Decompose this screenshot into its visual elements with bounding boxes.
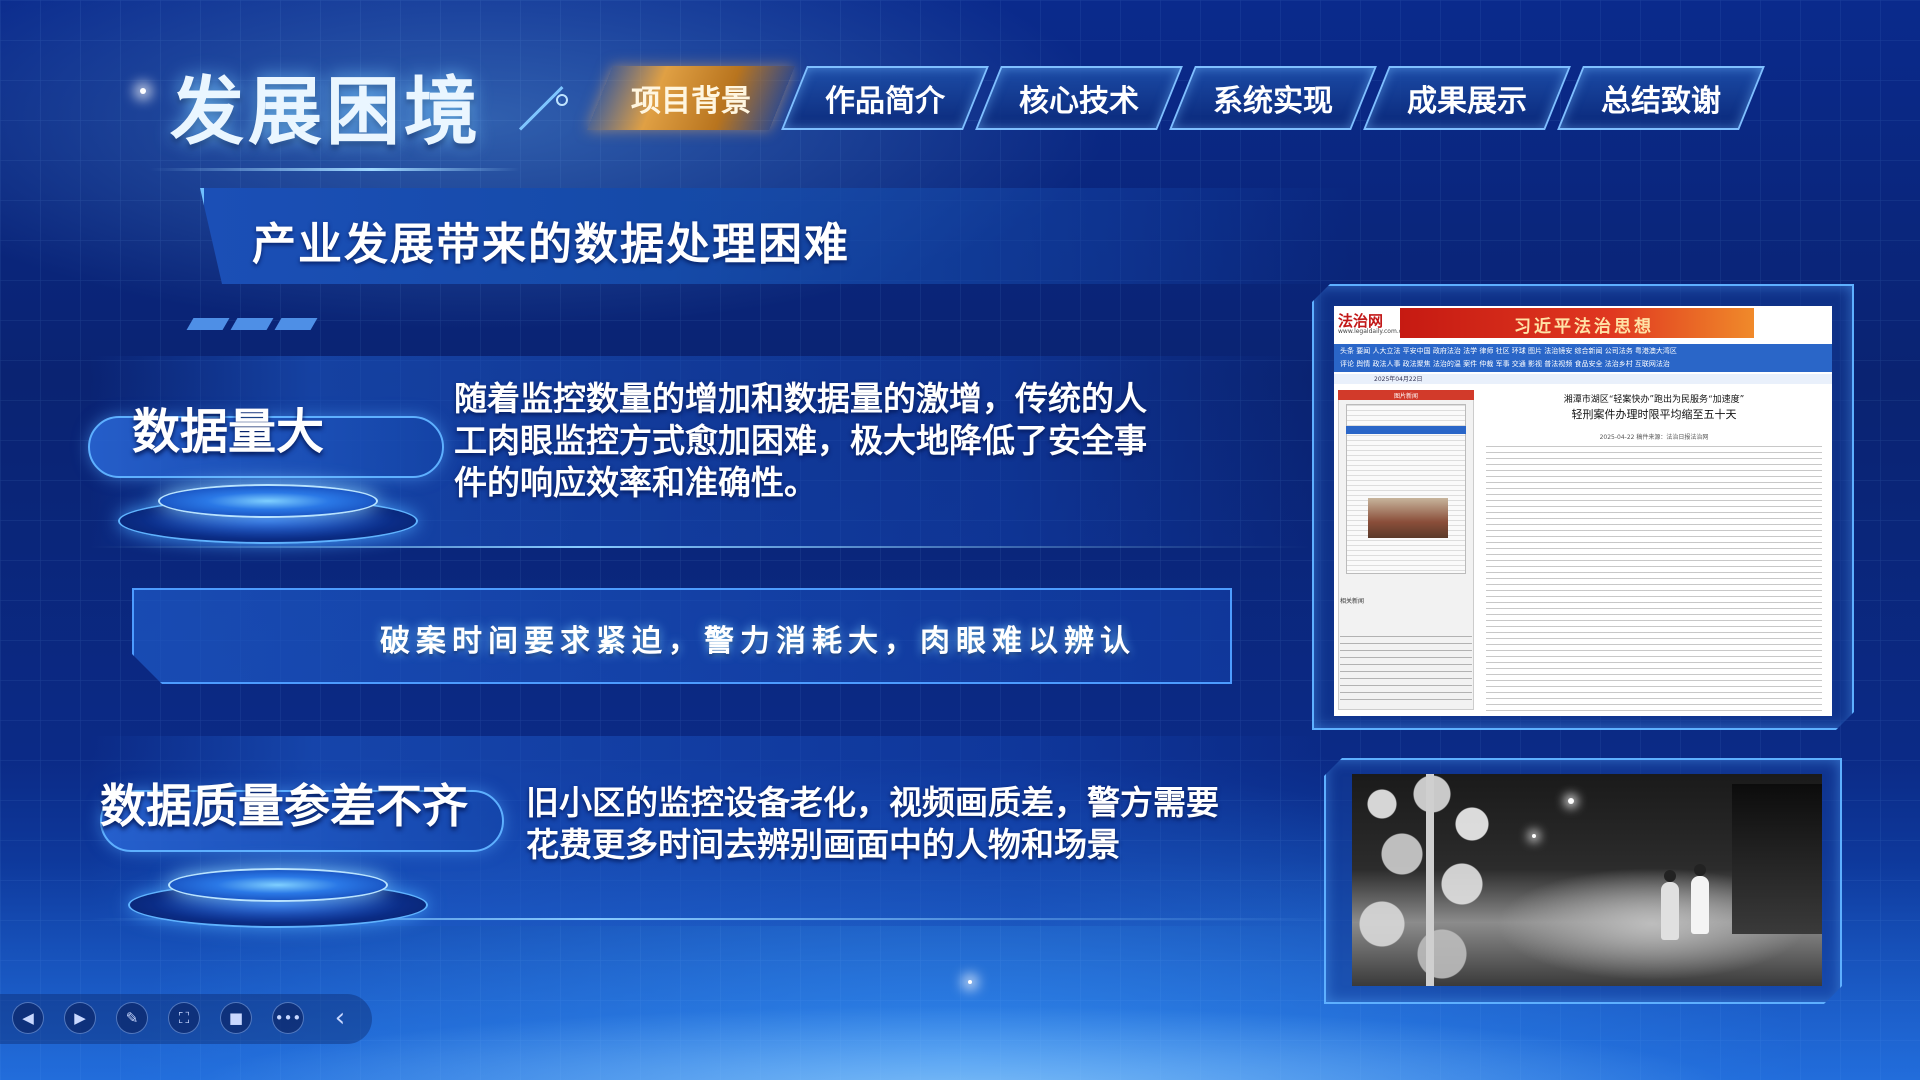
- tab-results[interactable]: 成果展示: [1376, 66, 1558, 130]
- cctv-pole: [1426, 774, 1434, 986]
- tab-label: 总结致谢: [1601, 84, 1721, 119]
- cctv-person-head: [1664, 870, 1676, 882]
- note-text: 破案时间要求紧迫，警力消耗大，肉眼难以辨认: [380, 624, 1136, 659]
- news-screenshot: 法治网 www.legaldaily.com.cn 习近平法治思想 头条 要闻 …: [1334, 306, 1832, 716]
- news-nav-row: 评论 舆情 政法人事 政法聚焦 法治的温 案件 仲裁 军事 交通 影视 普法视频…: [1340, 360, 1670, 368]
- nav-tabs: 项目背景 作品简介 核心技术 系统实现 成果展示 总结致谢: [600, 66, 1752, 130]
- news-kicker: 湘潭市湖区“轻案快办”跑出为民服务“加速度”: [1563, 395, 1745, 405]
- tab-system-impl[interactable]: 系统实现: [1182, 66, 1364, 130]
- title-dot: [556, 94, 568, 106]
- cctv-light: [1568, 798, 1574, 804]
- text-line: 花费更多时间去辨别画面中的人物和场景: [526, 825, 1120, 864]
- news-banner-text: 习近平法治思想: [1514, 317, 1654, 337]
- section-description: 旧小区的监控设备老化，视频画质差，警方需要 花费更多时间去辨别画面中的人物和场景: [526, 782, 1306, 866]
- news-left-header-text: 图片新闻: [1394, 393, 1419, 400]
- news-thumbnail-photo: [1368, 498, 1448, 538]
- player-controls: ◀ ▶ ✎ ⛶ ■ ••• ‹: [12, 1002, 356, 1034]
- text-line: 随着监控数量的增加和数据量的激增，传统的人: [454, 379, 1147, 418]
- tab-label: 系统实现: [1213, 84, 1333, 119]
- cctv-person: [1661, 882, 1679, 940]
- sparkle-icon: [140, 88, 146, 94]
- sparkle-icon: [968, 980, 972, 984]
- news-nav: 头条 要闻 人大立法 平安中国 政府法治 法学 律师 社区 环球 图片 法治镜安…: [1334, 344, 1832, 372]
- subtitle-stripes: [186, 318, 318, 330]
- news-byline: 2025-04-22 稿件来源：法治日报法治网: [1599, 434, 1709, 441]
- tab-work-intro[interactable]: 作品简介: [794, 66, 976, 130]
- tab-project-background[interactable]: 项目背景: [600, 66, 782, 130]
- tab-label: 作品简介: [825, 84, 945, 119]
- pedestal-icon: [118, 484, 418, 544]
- section-divider: [90, 546, 1310, 548]
- title-underline: [150, 168, 520, 171]
- more-icon[interactable]: •••: [272, 1002, 304, 1034]
- section-label: 数据质量参差不齐: [100, 779, 468, 833]
- zoom-icon[interactable]: ⛶: [168, 1002, 200, 1034]
- news-domain: www.legaldaily.com.cn: [1338, 328, 1406, 335]
- cctv-wall: [1732, 784, 1822, 934]
- tab-summary[interactable]: 总结致谢: [1570, 66, 1752, 130]
- news-list-title: 相关新闻: [1340, 598, 1365, 605]
- cctv-light: [1532, 834, 1536, 838]
- text-line: 旧小区的监控设备老化，视频画质差，警方需要: [526, 783, 1219, 822]
- tab-label: 项目背景: [631, 84, 751, 119]
- news-list: [1340, 636, 1472, 706]
- cctv-trees: [1352, 774, 1522, 986]
- tab-label: 成果展示: [1407, 84, 1527, 119]
- cctv-person: [1691, 876, 1709, 934]
- cctv-person-head: [1694, 864, 1706, 876]
- news-thumbnail-title: [1346, 426, 1466, 434]
- text-line: 件的响应效率和准确性。: [454, 463, 817, 502]
- section-description: 随着监控数量的增加和数据量的激增，传统的人 工肉眼监控方式愈加困难，极大地降低了…: [454, 378, 1234, 504]
- section-label: 数据量大: [132, 404, 325, 460]
- tab-label: 核心技术: [1019, 84, 1139, 119]
- news-nav-row: 头条 要闻 人大立法 平安中国 政府法治 法学 律师 社区 环球 图片 法治镜安…: [1340, 347, 1677, 355]
- pen-icon[interactable]: ✎: [116, 1002, 148, 1034]
- text-line: 工肉眼监控方式愈加困难，极大地降低了安全事: [454, 421, 1147, 460]
- collapse-icon[interactable]: ‹: [324, 1002, 356, 1034]
- camera-icon[interactable]: ■: [220, 1002, 252, 1034]
- next-slide-icon[interactable]: ▶: [64, 1002, 96, 1034]
- prev-slide-icon[interactable]: ◀: [12, 1002, 44, 1034]
- news-headline: 轻刑案件办理时限平均缩至五十天: [1571, 408, 1737, 421]
- tab-core-tech[interactable]: 核心技术: [988, 66, 1170, 130]
- page-title: 发展困境: [170, 69, 482, 155]
- pedestal-icon: [128, 868, 428, 928]
- news-date: 2025年04月22日: [1374, 376, 1423, 383]
- cctv-image: [1352, 774, 1822, 986]
- news-body-text: [1486, 446, 1822, 712]
- subtitle: 产业发展带来的数据处理困难: [252, 219, 850, 270]
